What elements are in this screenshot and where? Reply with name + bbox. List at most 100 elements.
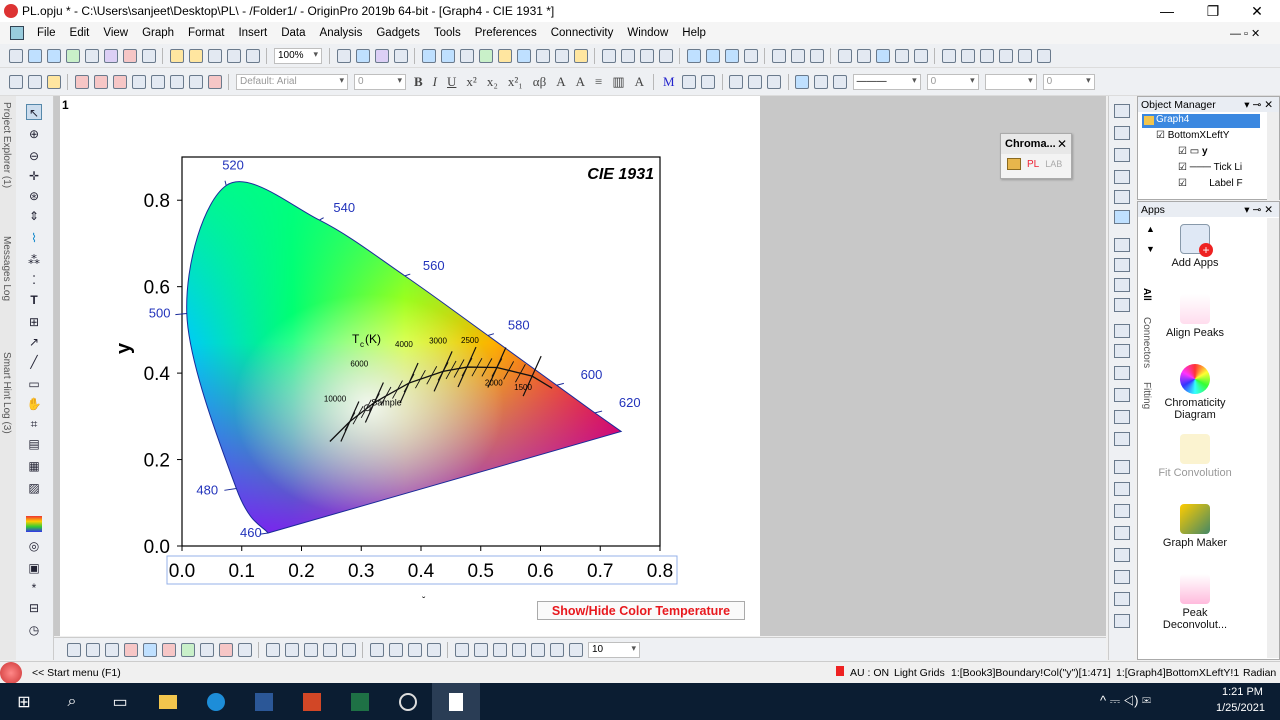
y-tick-label[interactable]: 0.8: [144, 191, 170, 212]
cut-icon[interactable]: [8, 74, 23, 89]
lock-icon[interactable]: [729, 74, 744, 89]
color-scale-icon[interactable]: [26, 516, 42, 532]
region-icon[interactable]: ⁂: [26, 252, 42, 268]
clock-date[interactable]: 1/25/2021: [1216, 702, 1265, 714]
wavelength-label[interactable]: 500: [149, 305, 171, 320]
shrink-icon[interactable]: [701, 74, 716, 89]
line-color-icon[interactable]: [833, 74, 848, 89]
windows-start-icon[interactable]: ⊞: [0, 683, 48, 720]
line-symbol-icon[interactable]: [104, 642, 119, 657]
front-icon[interactable]: [748, 74, 763, 89]
new-matrix-icon[interactable]: [46, 48, 61, 63]
data-selector-icon[interactable]: [554, 48, 569, 63]
scale-icon[interactable]: ⇕: [26, 208, 42, 224]
symbol-size-combo[interactable]: 0: [1042, 73, 1095, 90]
new-function-icon[interactable]: [84, 48, 99, 63]
add-layer-icon[interactable]: [1114, 170, 1130, 184]
pin-icon[interactable]: ▾ ⊸ ✕: [1244, 99, 1273, 111]
next-icon[interactable]: [979, 48, 994, 63]
mask-icon[interactable]: ⁚: [26, 272, 42, 288]
align-bottom-icon[interactable]: [1114, 388, 1130, 402]
step-combo[interactable]: 10: [588, 641, 640, 658]
app-add-apps[interactable]: + Add Apps: [1158, 224, 1232, 269]
y-tick-label[interactable]: 0.6: [144, 278, 170, 299]
wavelength-label[interactable]: 540: [333, 200, 355, 215]
y-tick-label[interactable]: 0.4: [144, 364, 171, 385]
greek-icon[interactable]: αβ: [533, 74, 546, 90]
underline-icon[interactable]: U: [447, 74, 456, 90]
new-layout-icon[interactable]: [103, 48, 118, 63]
superscript-icon[interactable]: x²: [466, 74, 476, 90]
font-size-combo[interactable]: 0: [354, 73, 406, 90]
front-layer-icon[interactable]: [1114, 504, 1130, 518]
insert-graph-icon[interactable]: ▤: [26, 436, 42, 452]
menu-tools[interactable]: Tools: [427, 27, 468, 39]
y-axis-label[interactable]: y: [113, 342, 135, 354]
menu-edit[interactable]: Edit: [63, 27, 97, 39]
messages-icon[interactable]: [497, 48, 512, 63]
start-menu-label[interactable]: << Start menu (F1): [32, 667, 121, 679]
menu-format[interactable]: Format: [181, 27, 231, 39]
distribute-h-icon[interactable]: [1114, 460, 1130, 474]
layout-icon[interactable]: ▣: [26, 560, 42, 576]
app-chromaticity-diagram[interactable]: Chromaticity Diagram: [1158, 364, 1232, 421]
tree-item-graph4[interactable]: Graph4: [1142, 114, 1260, 128]
menu-analysis[interactable]: Analysis: [313, 27, 370, 39]
apps-scrollbar[interactable]: [1267, 218, 1279, 658]
wavelength-label[interactable]: 580: [508, 318, 530, 333]
erase-icon[interactable]: ▨: [26, 480, 42, 496]
menu-insert[interactable]: Insert: [231, 27, 274, 39]
add-column-icon[interactable]: [601, 48, 616, 63]
tree-item-tick-lines[interactable]: ☑ ─── Tick Li: [1178, 162, 1242, 173]
smart-hint-log-tab[interactable]: Smart Hint Log (3): [1, 352, 12, 434]
ternary-icon[interactable]: [322, 642, 337, 657]
close-window-button[interactable]: ✕: [1234, 0, 1280, 22]
3d-scatter-icon[interactable]: [303, 642, 318, 657]
arrow-tool-icon[interactable]: ↗: [26, 334, 42, 350]
apps-scroll-up[interactable]: ▲: [1146, 224, 1155, 234]
pan-icon[interactable]: ✛: [26, 168, 42, 184]
powerpoint-icon[interactable]: [288, 683, 336, 720]
app-graph-maker[interactable]: Graph Maker: [1158, 504, 1232, 549]
tray-icons[interactable]: ^ ⎓ ◁) ✉: [1100, 693, 1151, 709]
add-sheet-icon[interactable]: [1017, 48, 1032, 63]
pl-button[interactable]: PL: [1027, 159, 1039, 170]
ungroup-layer-icon[interactable]: [1114, 570, 1130, 584]
units-status[interactable]: Radian: [1243, 667, 1276, 679]
row-numbers-icon[interactable]: [112, 74, 127, 89]
star-icon[interactable]: *: [26, 580, 42, 596]
y-axis[interactable]: 0.0 0.2 0.4 0.6 0.8: [144, 191, 182, 558]
set-values-icon[interactable]: [93, 74, 108, 89]
data-reader-tool-icon[interactable]: ⊛: [26, 188, 42, 204]
enlarge-icon[interactable]: [530, 642, 545, 657]
filter-options-icon[interactable]: [809, 48, 824, 63]
sum-icon[interactable]: [620, 48, 635, 63]
mdi-restore-icon[interactable]: — ▫ ✕: [1230, 27, 1260, 40]
copy-icon[interactable]: [27, 74, 42, 89]
data-reader-icon[interactable]: [516, 48, 531, 63]
zoom-in-icon[interactable]: ⊕: [26, 126, 42, 142]
add-axis-icon[interactable]: [1114, 126, 1130, 140]
y-icon[interactable]: [875, 48, 890, 63]
tree-item-bottomxlefty[interactable]: ☑ BottomXLeftY: [1156, 130, 1229, 141]
apps-scroll-down[interactable]: ▼: [1146, 244, 1155, 254]
print-icon[interactable]: [336, 48, 351, 63]
same-height-icon[interactable]: [1114, 432, 1130, 446]
matrix-icon[interactable]: M: [663, 74, 675, 90]
apps-tab-fitting[interactable]: Fitting: [1141, 382, 1152, 409]
subscript-icon[interactable]: x₂: [487, 74, 498, 90]
hist-plot-icon[interactable]: [743, 48, 758, 63]
wavelength-label[interactable]: 560: [423, 258, 445, 273]
rotate-right-icon[interactable]: [388, 642, 403, 657]
project-explorer-icon[interactable]: [459, 48, 474, 63]
merge-icon[interactable]: [188, 74, 203, 89]
draw-data-icon[interactable]: ⌗: [26, 416, 42, 432]
filter-icon[interactable]: [771, 48, 786, 63]
extract-icon[interactable]: [1114, 210, 1130, 224]
wavelength-label[interactable]: 600: [581, 367, 603, 382]
polar-icon[interactable]: [199, 642, 214, 657]
wavelength-label[interactable]: 620: [619, 395, 641, 410]
menu-view[interactable]: View: [96, 27, 135, 39]
column-formula-icon[interactable]: [74, 74, 89, 89]
area-plot-icon[interactable]: [180, 642, 195, 657]
